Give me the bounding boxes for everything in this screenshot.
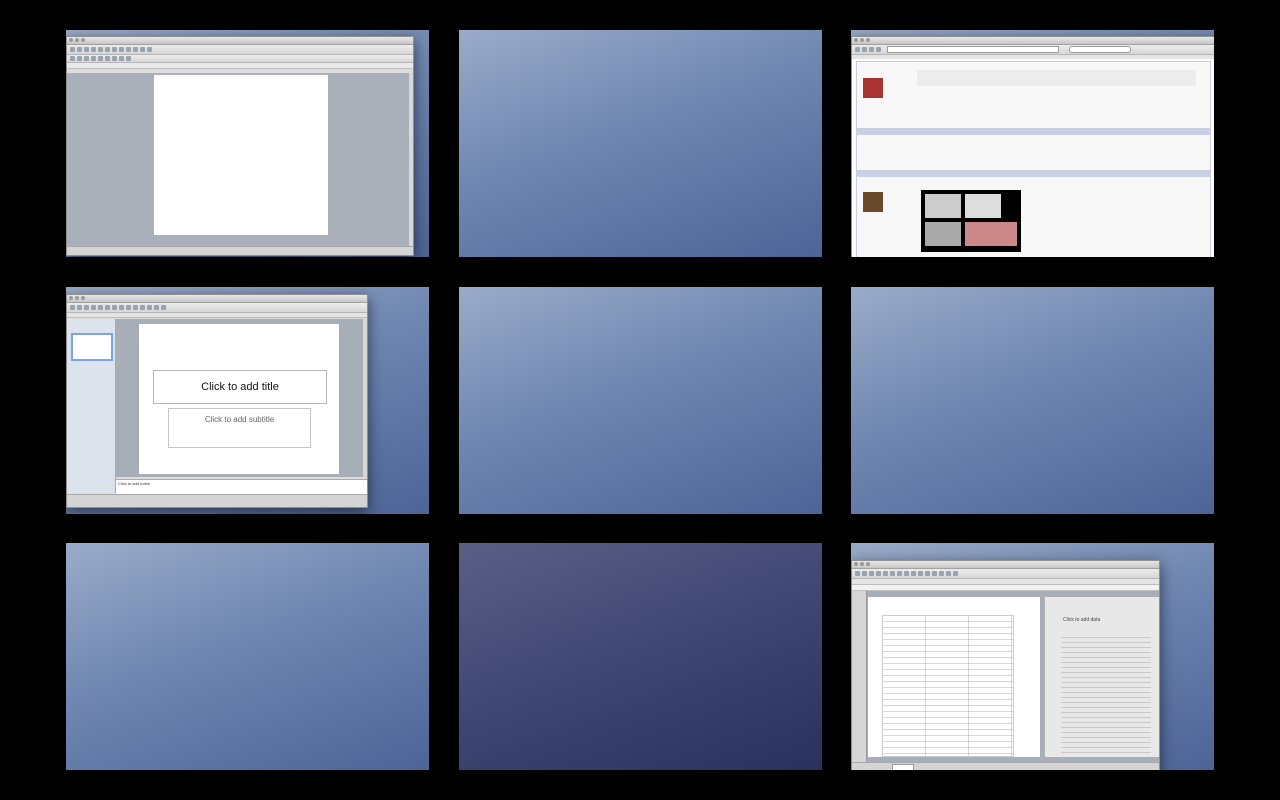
space-5[interactable] (459, 287, 822, 514)
status-bar (67, 494, 367, 507)
space-1[interactable] (66, 30, 429, 257)
document-window[interactable] (66, 36, 414, 256)
post-author-avatar (863, 192, 883, 212)
presentation-window[interactable]: Click to add title Click to add subtitle… (66, 294, 368, 508)
slide-sorter-pane[interactable] (67, 319, 116, 493)
notes-pane[interactable]: Click to add notes (116, 479, 367, 494)
horizontal-ruler[interactable] (67, 63, 413, 69)
title-bar[interactable] (852, 561, 1159, 569)
vertical-scrollbar[interactable] (409, 73, 413, 247)
browser-window[interactable] (851, 36, 1214, 257)
search-field[interactable] (1069, 46, 1131, 53)
row-headers (852, 591, 867, 763)
title-placeholder[interactable]: Click to add title (153, 370, 327, 404)
post-header-bar (857, 130, 1210, 135)
standard-toolbar[interactable] (67, 303, 367, 313)
title-placeholder-text: Click to add title (201, 381, 279, 393)
space-9[interactable]: Click to add data (851, 543, 1214, 770)
sheet-tabs[interactable] (852, 762, 1159, 770)
title-bar[interactable] (67, 295, 367, 303)
cell-grid[interactable] (882, 615, 1014, 757)
forum-post (856, 61, 1211, 129)
space-7[interactable] (66, 543, 429, 770)
slide-canvas: Click to add title Click to add subtitle (116, 319, 367, 477)
post-author-avatar (863, 78, 883, 98)
forum-post (856, 171, 1211, 257)
post-header-bar (857, 172, 1210, 177)
browser-toolbar[interactable] (852, 45, 1214, 55)
address-bar[interactable] (887, 46, 1059, 53)
chart-grid (1061, 633, 1151, 753)
window-controls[interactable] (69, 38, 85, 42)
spreadsheet-window[interactable]: Click to add data (851, 560, 1160, 770)
post-quote-block (917, 70, 1196, 86)
document-canvas (67, 73, 413, 247)
notes-placeholder-text: Click to add notes (118, 481, 150, 486)
forum-content (852, 59, 1214, 257)
sheet-tab[interactable] (892, 764, 914, 770)
space-4[interactable]: Click to add title Click to add subtitle… (66, 287, 429, 514)
window-controls[interactable] (854, 562, 870, 566)
chart-placeholder-text: Click to add data (1063, 617, 1101, 623)
subtitle-placeholder-text: Click to add subtitle (204, 415, 275, 424)
window-controls[interactable] (854, 38, 870, 42)
post-screenshot-image[interactable] (921, 190, 1021, 252)
subtitle-placeholder[interactable]: Click to add subtitle (168, 408, 311, 448)
space-2[interactable] (459, 30, 822, 257)
layout-page[interactable] (868, 597, 1040, 757)
space-8[interactable] (459, 543, 822, 770)
space-3[interactable] (851, 30, 1214, 257)
status-bar (67, 246, 413, 255)
space-6[interactable] (851, 287, 1214, 514)
ribbon-tabs[interactable] (67, 313, 367, 318)
sheet-area: Click to add data (852, 591, 1159, 763)
window-controls[interactable] (69, 296, 85, 300)
chart-panel[interactable]: Click to add data (1044, 597, 1159, 757)
slide[interactable]: Click to add title Click to add subtitle (139, 324, 339, 474)
title-bar[interactable] (852, 37, 1214, 45)
standard-toolbar[interactable] (67, 45, 413, 55)
standard-toolbar[interactable] (852, 569, 1159, 579)
forum-post (856, 129, 1211, 171)
vertical-scrollbar[interactable] (363, 319, 367, 477)
formatting-toolbar[interactable] (67, 55, 413, 63)
title-bar[interactable] (67, 37, 413, 45)
slide-thumbnail[interactable] (71, 333, 113, 361)
document-page[interactable] (154, 75, 328, 235)
